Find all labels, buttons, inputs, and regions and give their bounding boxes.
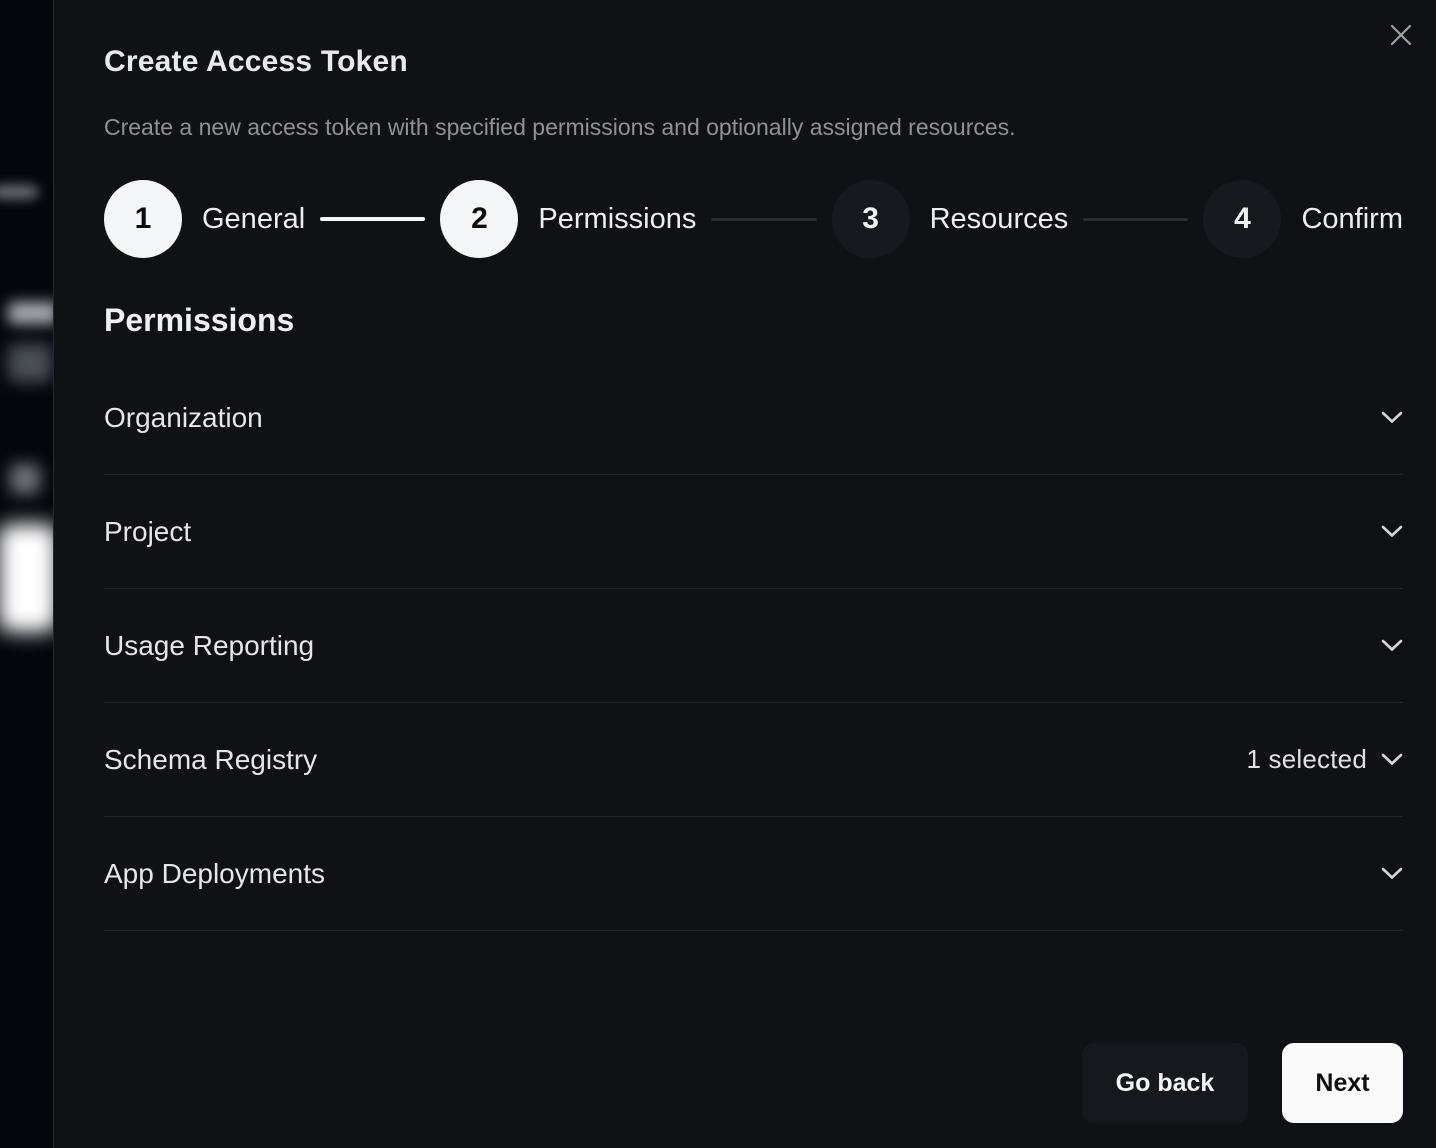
accordion-section-usage-reporting[interactable]: Usage Reporting	[104, 589, 1403, 703]
accordion-section-app-deployments[interactable]: App Deployments	[104, 817, 1403, 931]
accordion-section-project[interactable]: Project	[104, 475, 1403, 589]
step-number-circle: 3	[832, 180, 910, 258]
background-page	[0, 0, 53, 1148]
modal-footer: Go back Next	[1082, 1043, 1403, 1123]
step-label: General	[202, 203, 305, 236]
blurred-heading-text	[8, 302, 53, 324]
stepper: 1 General 2 Permissions 3 Resources 4 Co…	[104, 179, 1403, 259]
modal-subtitle: Create a new access token with specified…	[104, 113, 1403, 141]
accordion-section-organization[interactable]: Organization	[104, 361, 1403, 475]
step-number-circle: 4	[1203, 180, 1281, 258]
blurred-white-card	[0, 524, 53, 632]
blurred-icon	[10, 464, 40, 494]
step-number-circle: 2	[440, 180, 518, 258]
chevron-down-icon	[1381, 411, 1403, 424]
chevron-down-icon	[1381, 639, 1403, 652]
next-button[interactable]: Next	[1282, 1043, 1403, 1123]
blurred-body-text	[8, 344, 52, 382]
step-label: Confirm	[1301, 203, 1403, 236]
modal-title: Create Access Token	[104, 44, 1403, 80]
section-label: Schema Registry	[104, 744, 317, 776]
step-number-circle: 1	[104, 180, 182, 258]
section-label: Project	[104, 516, 191, 548]
permissions-accordion: Organization Project Usage Reporting	[104, 361, 1403, 931]
step-confirm[interactable]: 4 Confirm	[1203, 180, 1403, 258]
step-label: Permissions	[538, 203, 696, 236]
close-icon	[1390, 24, 1412, 46]
step-connector-pending	[1083, 218, 1188, 221]
step-general[interactable]: 1 General	[104, 180, 305, 258]
section-label: Organization	[104, 402, 263, 434]
chevron-down-icon	[1381, 867, 1403, 880]
chevron-down-icon	[1381, 525, 1403, 538]
step-permissions[interactable]: 2 Permissions	[440, 180, 696, 258]
section-label: Usage Reporting	[104, 630, 314, 662]
step-connector-pending	[711, 218, 816, 221]
close-button[interactable]	[1387, 21, 1415, 49]
go-back-button[interactable]: Go back	[1082, 1043, 1248, 1123]
step-label: Resources	[930, 203, 1069, 236]
accordion-section-schema-registry[interactable]: Schema Registry 1 selected	[104, 703, 1403, 817]
blurred-nav-item	[0, 186, 38, 198]
section-label: App Deployments	[104, 858, 325, 890]
chevron-down-icon	[1381, 753, 1403, 766]
step-connector-complete	[320, 217, 425, 221]
permissions-heading: Permissions	[104, 301, 1403, 339]
selected-count-badge: 1 selected	[1246, 744, 1367, 775]
step-resources[interactable]: 3 Resources	[832, 180, 1069, 258]
create-access-token-modal: Create Access Token Create a new access …	[53, 0, 1436, 1148]
